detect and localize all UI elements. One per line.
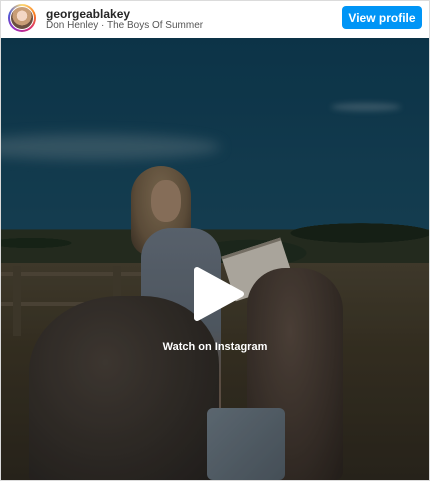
- post-header: georgeablakey Don Henley · The Boys Of S…: [1, 1, 429, 38]
- audio-track[interactable]: Don Henley · The Boys Of Summer: [46, 20, 203, 31]
- video-media[interactable]: Watch on Instagram: [1, 38, 429, 480]
- avatar[interactable]: [8, 4, 36, 32]
- view-profile-button[interactable]: View profile: [342, 6, 422, 29]
- username[interactable]: georgeablakey: [46, 7, 130, 21]
- dim-overlay: [1, 38, 429, 480]
- avatar-image: [10, 6, 34, 30]
- watch-on-instagram-link[interactable]: Watch on Instagram: [1, 341, 429, 353]
- instagram-embed: georgeablakey Don Henley · The Boys Of S…: [0, 0, 430, 481]
- play-icon[interactable]: [189, 266, 245, 322]
